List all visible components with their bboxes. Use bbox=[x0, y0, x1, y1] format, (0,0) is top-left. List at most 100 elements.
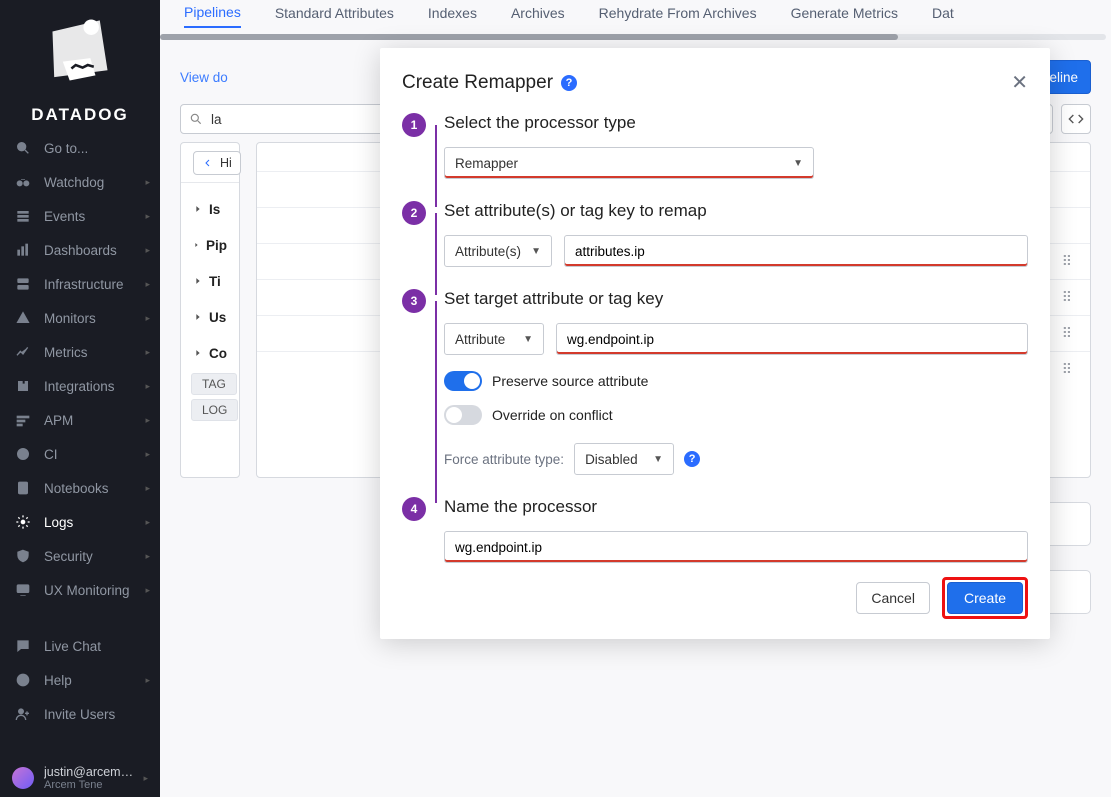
step-badge-2: 2 bbox=[402, 201, 426, 225]
modal-overlay: Create Remapper ? ✕ 1 Select the process… bbox=[160, 0, 1111, 797]
highlight-box: Create bbox=[942, 577, 1028, 619]
chevron-right-icon: ▸ bbox=[145, 415, 150, 426]
sidebar-help[interactable]: Help▸ bbox=[0, 663, 160, 697]
source-kind-select[interactable]: Attribute(s)▼ bbox=[444, 235, 552, 267]
chevron-right-icon: ▸ bbox=[145, 279, 150, 290]
step2-title: Set attribute(s) or tag key to remap bbox=[444, 201, 1028, 221]
brand-text: DATADOG bbox=[0, 105, 160, 125]
force-type-label: Force attribute type: bbox=[444, 452, 564, 467]
sidebar: DATADOG Go to... Watchdog ▸ Events ▸ Dashb… bbox=[0, 0, 160, 797]
user-plus-icon bbox=[14, 706, 32, 722]
sidebar-item-events[interactable]: Events ▸ bbox=[0, 199, 160, 233]
avatar bbox=[12, 767, 34, 789]
alert-icon bbox=[14, 310, 32, 326]
step-badge-1: 1 bbox=[402, 113, 426, 137]
sidebar-item-logs[interactable]: Logs ▸ bbox=[0, 505, 160, 539]
sidebar-item-label: Infrastructure bbox=[44, 277, 124, 292]
logs-icon bbox=[14, 514, 32, 530]
sidebar-item-label: CI bbox=[44, 447, 58, 462]
override-label: Override on conflict bbox=[492, 407, 613, 423]
help-icon[interactable]: ? bbox=[684, 451, 700, 467]
close-icon[interactable]: ✕ bbox=[1011, 70, 1028, 95]
create-button[interactable]: Create bbox=[947, 582, 1023, 614]
ci-icon bbox=[14, 446, 32, 462]
source-attribute-input[interactable] bbox=[564, 235, 1028, 267]
chevron-right-icon: ▸ bbox=[145, 313, 150, 324]
target-kind-select[interactable]: Attribute▼ bbox=[444, 323, 544, 355]
sidebar-item-apm[interactable]: APM ▸ bbox=[0, 403, 160, 437]
preserve-source-toggle[interactable] bbox=[444, 371, 482, 391]
sidebar-item-ci[interactable]: CI ▸ bbox=[0, 437, 160, 471]
step3-title: Set target attribute or tag key bbox=[444, 289, 1028, 309]
chevron-right-icon: ▸ bbox=[145, 211, 150, 222]
sidebar-item-label: Logs bbox=[44, 515, 73, 530]
chevron-right-icon: ▸ bbox=[145, 177, 150, 188]
step-badge-4: 4 bbox=[402, 497, 426, 521]
chevron-down-icon: ▼ bbox=[531, 246, 541, 257]
sidebar-item-label: Help bbox=[44, 673, 72, 688]
chevron-right-icon: ▸ bbox=[145, 449, 150, 460]
chevron-down-icon: ▼ bbox=[793, 158, 803, 169]
chevron-right-icon: ▸ bbox=[145, 551, 150, 562]
sidebar-live-chat[interactable]: Live Chat bbox=[0, 629, 160, 663]
sidebar-item-monitors[interactable]: Monitors ▸ bbox=[0, 301, 160, 335]
sidebar-goto[interactable]: Go to... bbox=[0, 131, 160, 165]
sidebar-item-label: Live Chat bbox=[44, 639, 101, 654]
chevron-right-icon: ▸ bbox=[145, 381, 150, 392]
user-org: Arcem Tene bbox=[44, 779, 133, 791]
chevron-down-icon: ▼ bbox=[523, 334, 533, 345]
chevron-right-icon: ▸ bbox=[145, 585, 150, 596]
help-icon bbox=[14, 672, 32, 688]
preserve-label: Preserve source attribute bbox=[492, 373, 648, 389]
sidebar-item-metrics[interactable]: Metrics ▸ bbox=[0, 335, 160, 369]
force-type-select[interactable]: Disabled▼ bbox=[574, 443, 674, 475]
user-email: justin@arcemt... bbox=[44, 765, 133, 779]
sidebar-item-label: Dashboards bbox=[44, 243, 117, 258]
modal-title: Create Remapper ? bbox=[402, 72, 577, 94]
help-icon[interactable]: ? bbox=[561, 75, 577, 91]
sidebar-item-label: Watchdog bbox=[44, 175, 104, 190]
create-remapper-modal: Create Remapper ? ✕ 1 Select the process… bbox=[380, 48, 1050, 639]
sidebar-item-watchdog[interactable]: Watchdog ▸ bbox=[0, 165, 160, 199]
chart-icon bbox=[14, 242, 32, 258]
apm-icon bbox=[14, 412, 32, 428]
binoculars-icon bbox=[14, 174, 32, 190]
chevron-right-icon: ▸ bbox=[145, 347, 150, 358]
sidebar-item-label: Integrations bbox=[44, 379, 115, 394]
sidebar-item-notebooks[interactable]: Notebooks ▸ bbox=[0, 471, 160, 505]
sidebar-item-label: APM bbox=[44, 413, 73, 428]
brand: DATADOG bbox=[0, 0, 160, 131]
cancel-button[interactable]: Cancel bbox=[856, 582, 930, 614]
chevron-right-icon: ▸ bbox=[145, 483, 150, 494]
step1-title: Select the processor type bbox=[444, 113, 1028, 133]
sidebar-item-ux[interactable]: UX Monitoring ▸ bbox=[0, 573, 160, 607]
processor-name-input[interactable] bbox=[444, 531, 1028, 563]
search-icon bbox=[14, 140, 32, 156]
override-conflict-toggle[interactable] bbox=[444, 405, 482, 425]
chevron-right-icon: ▸ bbox=[143, 773, 148, 784]
chevron-right-icon: ▸ bbox=[145, 517, 150, 528]
server-icon bbox=[14, 276, 32, 292]
step-badge-3: 3 bbox=[402, 289, 426, 313]
sidebar-item-label: Monitors bbox=[44, 311, 96, 326]
metrics-icon bbox=[14, 344, 32, 360]
sidebar-item-infrastructure[interactable]: Infrastructure ▸ bbox=[0, 267, 160, 301]
sidebar-item-dashboards[interactable]: Dashboards ▸ bbox=[0, 233, 160, 267]
sidebar-invite[interactable]: Invite Users bbox=[0, 697, 160, 731]
sidebar-item-label: Notebooks bbox=[44, 481, 109, 496]
list-icon bbox=[14, 208, 32, 224]
chat-icon bbox=[14, 638, 32, 654]
goto-label: Go to... bbox=[44, 141, 88, 156]
notebook-icon bbox=[14, 480, 32, 496]
sidebar-item-label: Metrics bbox=[44, 345, 88, 360]
sidebar-item-label: UX Monitoring bbox=[44, 583, 130, 598]
sidebar-item-label: Events bbox=[44, 209, 85, 224]
shield-icon bbox=[14, 548, 32, 564]
sidebar-item-security[interactable]: Security▸ bbox=[0, 539, 160, 573]
target-attribute-input[interactable] bbox=[556, 323, 1028, 355]
chevron-right-icon: ▸ bbox=[145, 245, 150, 256]
chevron-down-icon: ▼ bbox=[653, 454, 663, 465]
processor-type-select[interactable]: Remapper▼ bbox=[444, 147, 814, 179]
sidebar-item-integrations[interactable]: Integrations ▸ bbox=[0, 369, 160, 403]
sidebar-user[interactable]: justin@arcemt... Arcem Tene ▸ bbox=[0, 765, 160, 791]
